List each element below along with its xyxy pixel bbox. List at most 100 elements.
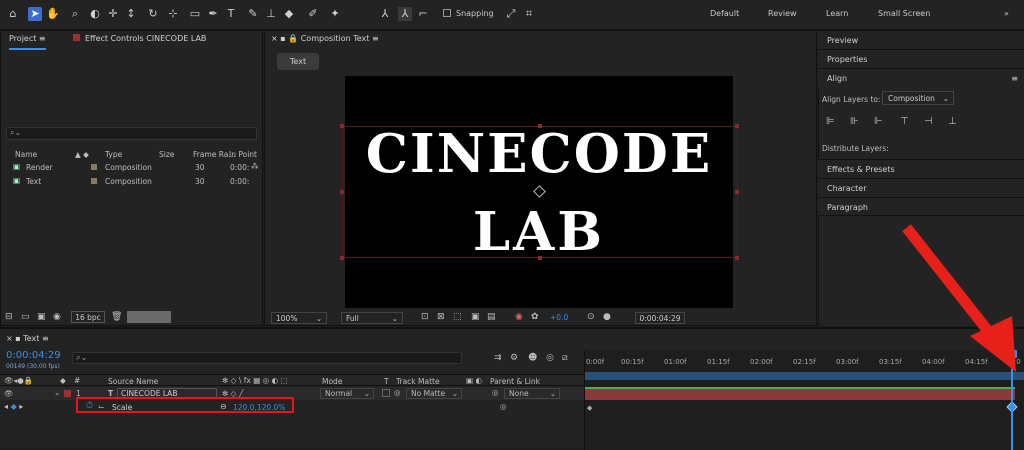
col-mode[interactable]: Mode	[322, 377, 342, 386]
roto-brush-icon[interactable]: ✐	[306, 7, 320, 21]
av-switches-icon[interactable]: 👁◂●🔒	[4, 376, 33, 385]
list-item[interactable]: ▣ Text Composition 30 0:00:	[1, 175, 263, 188]
selection-tool-icon[interactable]: ➤	[28, 7, 42, 21]
trash-icon[interactable]: 🗑	[111, 312, 122, 322]
transform-handle[interactable]	[735, 124, 739, 128]
clone-stamp-icon[interactable]: ⊥	[264, 7, 278, 21]
eraser-tool-icon[interactable]: ◆	[282, 7, 296, 21]
panel-preview[interactable]: Preview	[818, 30, 1024, 49]
home-icon[interactable]: ⌂	[6, 7, 20, 21]
panel-effects-presets[interactable]: Effects & Presets	[818, 159, 1024, 178]
col-parent-link[interactable]: Parent & Link	[490, 377, 540, 386]
world-axis-icon[interactable]: ⅄	[398, 7, 412, 21]
tab-project[interactable]: Project ≡	[9, 34, 46, 50]
new-composition-icon[interactable]: ▣	[37, 312, 46, 322]
align-horizontal-center-icon[interactable]: ⊪	[850, 116, 859, 127]
expand-chevron-icon[interactable]: ⌄	[54, 388, 60, 397]
show-snapshot-icon[interactable]: ●	[603, 312, 611, 322]
pen-tool-icon[interactable]: ✒	[206, 7, 220, 21]
comp-mini-flowchart-icon[interactable]: ⇉	[494, 353, 502, 363]
workspace-review[interactable]: Review	[768, 9, 797, 18]
type-tool-icon[interactable]: T	[224, 7, 238, 21]
puppet-pin-icon[interactable]: ✦	[328, 7, 342, 21]
timeline-search-input[interactable]: ⌕⌄	[72, 352, 462, 364]
align-left-icon[interactable]: ⊫	[826, 116, 835, 127]
col-name[interactable]: Name	[15, 150, 37, 159]
matte-source-icon[interactable]: ◎	[394, 388, 401, 397]
layer-label-color[interactable]	[64, 390, 71, 397]
color-management-icon[interactable]: ✿	[531, 312, 539, 322]
snapshot-icon[interactable]: ⊙	[587, 312, 595, 322]
orbit-camera-icon[interactable]: ◐	[88, 7, 102, 21]
shy-layers-icon[interactable]: ☻	[528, 353, 537, 363]
workspace-learn[interactable]: Learn	[826, 9, 848, 18]
motion-blur-icon[interactable]: ◎	[546, 353, 554, 363]
snap-option-icon[interactable]: ⤢	[504, 7, 518, 21]
dolly-camera-icon[interactable]: ↕	[124, 7, 138, 21]
project-search-input[interactable]: ⌕⌄	[6, 127, 257, 140]
layer-number-column[interactable]: #	[74, 376, 80, 385]
transform-handle[interactable]	[735, 256, 739, 260]
parent-select[interactable]: None ⌄	[504, 388, 560, 399]
exposure-value[interactable]: +0.0	[550, 313, 568, 322]
rectangle-tool-icon[interactable]: ▭	[188, 7, 202, 21]
composition-viewer[interactable]: CINECODE LAB	[340, 76, 739, 308]
workspace-small-screen[interactable]: Small Screen	[878, 9, 930, 18]
region-of-interest-icon[interactable]: ⊡	[421, 312, 429, 322]
flowchart-icon[interactable]: ⁂	[251, 162, 259, 171]
rotation-tool-icon[interactable]: ↻	[146, 7, 160, 21]
local-axis-icon[interactable]: ⅄	[378, 7, 392, 21]
transform-handle[interactable]	[340, 190, 344, 194]
visibility-eye-icon[interactable]: 👁	[4, 389, 14, 398]
col-source-name[interactable]: Source Name	[108, 377, 158, 386]
comp-timecode-field[interactable]: 0:00:04:29	[635, 312, 685, 324]
keyframe-start-icon[interactable]: ◆	[587, 404, 592, 412]
transform-handle[interactable]	[735, 190, 739, 194]
transform-handle[interactable]	[538, 256, 542, 260]
panel-paragraph[interactable]: Paragraph	[818, 197, 1024, 216]
align-right-icon[interactable]: ⊩	[874, 116, 883, 127]
hand-tool-icon[interactable]: ✋	[46, 7, 60, 21]
zoom-select[interactable]: 100% ⌄	[271, 312, 327, 324]
project-settings-icon[interactable]: ◉	[53, 312, 61, 322]
col-size[interactable]: Size	[159, 150, 174, 159]
transform-handle[interactable]	[538, 124, 542, 128]
pan-camera-icon[interactable]: ✛	[106, 7, 120, 21]
snapping-checkbox[interactable]	[440, 7, 454, 21]
col-type[interactable]: Type	[105, 150, 122, 159]
align-vertical-center-icon[interactable]: ⊣	[924, 116, 933, 127]
workspace-overflow-icon[interactable]: »	[1004, 9, 1009, 18]
bpc-button[interactable]: 16 bpc	[71, 311, 105, 323]
view-axis-icon[interactable]: ⌐	[416, 7, 430, 21]
draft-3d-icon[interactable]: ⚙	[510, 353, 518, 363]
expression-pickwhip-icon[interactable]: ◎	[500, 402, 507, 411]
align-top-icon[interactable]: ⊤	[900, 116, 909, 127]
panel-properties[interactable]: Properties	[818, 49, 1024, 68]
tab-timeline[interactable]: × ▪ Text ≡	[6, 334, 49, 350]
mask-visibility-icon[interactable]: ⬚	[453, 312, 462, 322]
layer-duration-bar[interactable]	[585, 387, 1015, 400]
resolution-select[interactable]: Full ⌄	[341, 312, 403, 324]
col-track-matte[interactable]: Track Matte	[396, 377, 440, 386]
transform-handle[interactable]	[340, 256, 344, 260]
panel-character[interactable]: Character	[818, 178, 1024, 197]
current-time-display[interactable]: 0:00:04:29	[6, 350, 61, 361]
pan-behind-icon[interactable]: ⊹	[166, 7, 180, 21]
guides-icon[interactable]: ▣	[471, 312, 480, 322]
keyframe-navigator[interactable]: ◂ ◆ ▸	[4, 402, 23, 411]
transform-handle[interactable]	[340, 124, 344, 128]
align-bottom-icon[interactable]: ⊥	[948, 116, 957, 127]
label-column-icon[interactable]: ◆	[60, 376, 66, 385]
safe-margins-icon[interactable]: ▤	[487, 312, 496, 322]
list-item[interactable]: ▣ Render Composition 30 0:00: ⁂	[1, 161, 263, 174]
graph-editor-icon[interactable]: ⧄	[562, 353, 568, 363]
composition-navigator-button[interactable]: Text	[277, 53, 319, 70]
color-channels-icon[interactable]: ◉	[515, 312, 523, 322]
interpret-footage-icon[interactable]: ⊟	[5, 312, 13, 322]
transparency-grid-icon[interactable]: ⊠	[437, 312, 445, 322]
tab-effect-controls[interactable]: Effect Controls CINECODE LAB	[73, 34, 206, 50]
tab-composition[interactable]: × ▪ 🔒 Composition Text ≡	[271, 34, 379, 50]
preserve-transparency-checkbox[interactable]	[382, 389, 390, 397]
snap-edges-icon[interactable]: ⌗	[522, 7, 536, 21]
parent-pickwhip-icon[interactable]: ◎	[492, 388, 499, 397]
